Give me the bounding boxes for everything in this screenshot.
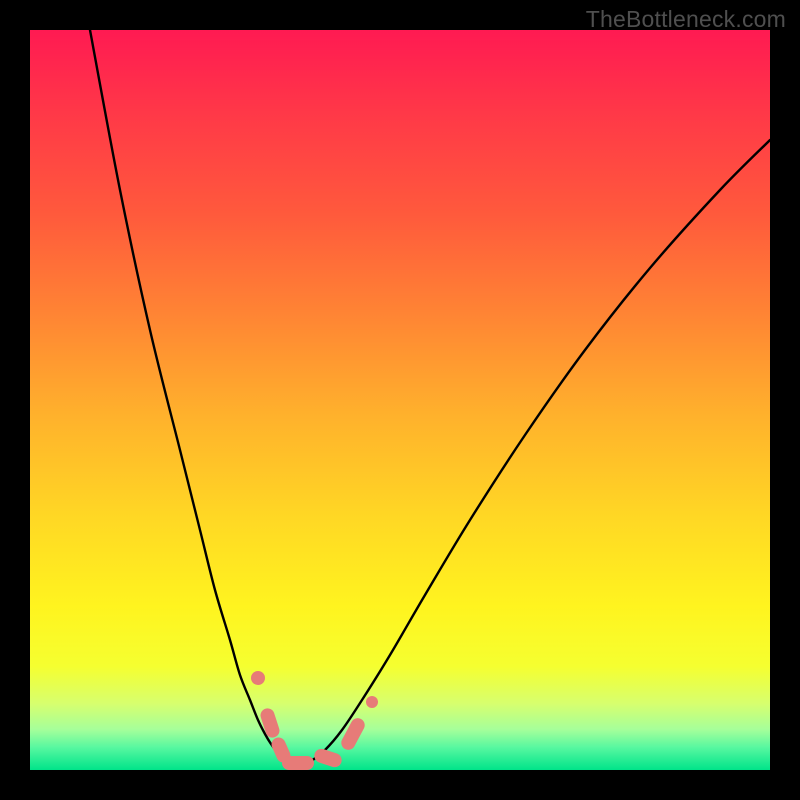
data-marker bbox=[282, 756, 314, 770]
data-marker bbox=[313, 747, 344, 769]
plot-area bbox=[30, 30, 770, 770]
left-branch-curve bbox=[90, 30, 290, 762]
data-marker bbox=[339, 716, 367, 753]
data-marker bbox=[366, 696, 378, 708]
markers-group bbox=[251, 671, 378, 770]
curves-layer bbox=[30, 30, 770, 770]
data-marker bbox=[259, 707, 282, 740]
chart-stage: TheBottleneck.com bbox=[0, 0, 800, 800]
watermark-text: TheBottleneck.com bbox=[586, 6, 786, 33]
right-branch-curve bbox=[310, 140, 770, 762]
data-marker bbox=[251, 671, 265, 685]
